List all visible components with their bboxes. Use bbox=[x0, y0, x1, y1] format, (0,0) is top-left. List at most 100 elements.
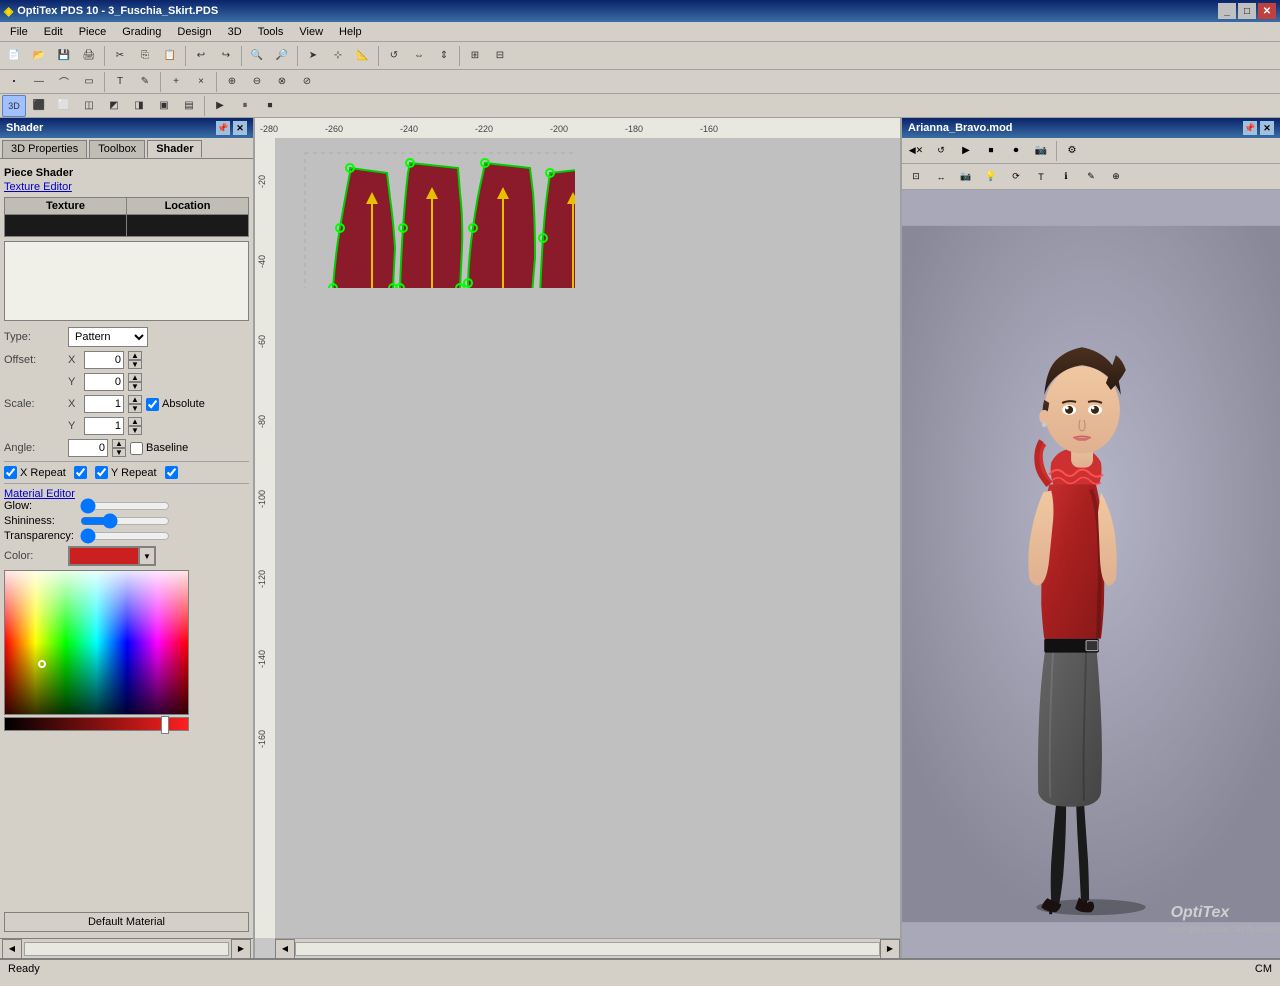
model-btn-view1[interactable]: ⊡ bbox=[904, 166, 928, 188]
tb-sim-2[interactable]: ⏸ bbox=[233, 95, 257, 117]
panel-scroll-track[interactable] bbox=[24, 942, 229, 956]
tb-group[interactable]: ⊗ bbox=[270, 71, 294, 93]
menu-piece[interactable]: Piece bbox=[73, 24, 113, 40]
menu-design[interactable]: Design bbox=[171, 24, 217, 40]
tb-grid[interactable]: ⊞ bbox=[463, 45, 487, 67]
close-button[interactable]: ✕ bbox=[1258, 3, 1276, 19]
tb-delete[interactable]: × bbox=[189, 71, 213, 93]
offset-x-up[interactable]: ▲ bbox=[128, 351, 142, 360]
model-btn-view7[interactable]: ℹ bbox=[1054, 166, 1078, 188]
scale-y-up[interactable]: ▲ bbox=[128, 417, 142, 426]
offset-y-input[interactable] bbox=[84, 373, 124, 391]
menu-help[interactable]: Help bbox=[333, 24, 368, 40]
color-brightness-bar[interactable] bbox=[4, 717, 189, 731]
tb-3d-1[interactable]: 3D bbox=[2, 95, 26, 117]
model-btn-stop[interactable]: ⏹ bbox=[979, 140, 1003, 162]
tb-snap[interactable]: ⊟ bbox=[488, 45, 512, 67]
y-repeat-checkbox[interactable] bbox=[95, 466, 108, 479]
piece-bodice-4[interactable] bbox=[536, 168, 575, 288]
menu-tools[interactable]: Tools bbox=[252, 24, 290, 40]
location-cell[interactable] bbox=[127, 215, 249, 237]
tb-zoom-out[interactable]: 🔎 bbox=[270, 45, 294, 67]
tb-join[interactable]: ⊕ bbox=[220, 71, 244, 93]
tb-open[interactable]: 📂 bbox=[27, 45, 51, 67]
tb-text[interactable]: T bbox=[108, 71, 132, 93]
tb-mirror[interactable]: ⇕ bbox=[432, 45, 456, 67]
menu-view[interactable]: View bbox=[293, 24, 329, 40]
scroll-right-button[interactable]: ▶ bbox=[880, 939, 900, 959]
tb-measure[interactable]: 📐 bbox=[351, 45, 375, 67]
texture-row[interactable] bbox=[5, 215, 249, 237]
model-btn-settings[interactable]: ⚙ bbox=[1060, 140, 1084, 162]
tb-sim-1[interactable]: ▶ bbox=[208, 95, 232, 117]
tb-3d-5[interactable]: ◩ bbox=[102, 95, 126, 117]
transparency-slider[interactable] bbox=[80, 530, 170, 542]
model-btn-view6[interactable]: T bbox=[1029, 166, 1053, 188]
x-repeat-checkbox-2[interactable] bbox=[74, 466, 87, 479]
tb-paste[interactable]: 📋 bbox=[158, 45, 182, 67]
piece-bodice-1[interactable] bbox=[329, 164, 397, 288]
shader-pin-button[interactable]: 📌 bbox=[216, 121, 230, 135]
tb-sim-3[interactable]: ⏹ bbox=[258, 95, 282, 117]
tb-rotate[interactable]: ↺ bbox=[382, 45, 406, 67]
tb-add-point[interactable]: + bbox=[164, 71, 188, 93]
tb-point[interactable]: ⬝ bbox=[2, 71, 26, 93]
y-repeat-checkbox-2[interactable] bbox=[165, 466, 178, 479]
tb-3d-8[interactable]: ▤ bbox=[177, 95, 201, 117]
glow-slider[interactable] bbox=[80, 500, 170, 512]
model-btn-reset[interactable]: ↺ bbox=[929, 140, 953, 162]
scale-y-spinner[interactable]: ▲ ▼ bbox=[128, 417, 142, 435]
absolute-checkbox[interactable] bbox=[146, 398, 159, 411]
menu-edit[interactable]: Edit bbox=[38, 24, 69, 40]
scale-x-spinner[interactable]: ▲ ▼ bbox=[128, 395, 142, 413]
model-btn-record[interactable]: ⏺ bbox=[1004, 140, 1028, 162]
scale-y-input[interactable] bbox=[84, 417, 124, 435]
tb-3d-3[interactable]: ⬜ bbox=[52, 95, 76, 117]
angle-down[interactable]: ▼ bbox=[112, 448, 126, 457]
tb-new[interactable]: 📄 bbox=[2, 45, 26, 67]
angle-spinner[interactable]: ▲ ▼ bbox=[112, 439, 126, 457]
shader-close-button[interactable]: ✕ bbox=[233, 121, 247, 135]
tb-select[interactable]: ⊹ bbox=[326, 45, 350, 67]
model-close-button[interactable]: ✕ bbox=[1260, 121, 1274, 135]
titlebar-controls[interactable]: _ □ ✕ bbox=[1218, 3, 1276, 19]
tab-shader[interactable]: Shader bbox=[147, 140, 202, 158]
menu-grading[interactable]: Grading bbox=[116, 24, 167, 40]
offset-x-input[interactable] bbox=[84, 351, 124, 369]
angle-input[interactable] bbox=[68, 439, 108, 457]
panel-scroll-right[interactable]: ▶ bbox=[231, 939, 251, 959]
tb-copy[interactable]: ⎘ bbox=[133, 45, 157, 67]
tb-annotation[interactable]: ✎ bbox=[133, 71, 157, 93]
maximize-button[interactable]: □ bbox=[1238, 3, 1256, 19]
model-btn-back[interactable]: ◀✕ bbox=[904, 140, 928, 162]
default-material-button[interactable]: Default Material bbox=[4, 912, 249, 932]
model-viewport[interactable]: OptiTex next generation 3D fit solutions bbox=[902, 190, 1280, 958]
tab-toolbox[interactable]: Toolbox bbox=[89, 140, 145, 158]
color-swatch[interactable] bbox=[69, 547, 139, 565]
tab-3d-properties[interactable]: 3D Properties bbox=[2, 140, 87, 158]
baseline-checkbox[interactable] bbox=[130, 442, 143, 455]
menu-file[interactable]: File bbox=[4, 24, 34, 40]
model-pin-button[interactable]: 📌 bbox=[1243, 121, 1257, 135]
model-btn-view8[interactable]: ✎ bbox=[1079, 166, 1103, 188]
offset-x-down[interactable]: ▼ bbox=[128, 360, 142, 369]
tb-print[interactable]: 🖨 bbox=[77, 45, 101, 67]
panel-scroll-left[interactable]: ◀ bbox=[2, 939, 22, 959]
model-btn-view4[interactable]: 💡 bbox=[979, 166, 1003, 188]
x-repeat-checkbox[interactable] bbox=[4, 466, 17, 479]
piece-bodice-2[interactable] bbox=[396, 159, 464, 288]
scale-y-down[interactable]: ▼ bbox=[128, 426, 142, 435]
model-btn-view2[interactable]: ↔ bbox=[929, 166, 953, 188]
model-btn-camera[interactable]: 📷 bbox=[1029, 140, 1053, 162]
model-btn-view3[interactable]: 📷 bbox=[954, 166, 978, 188]
texture-editor-link[interactable]: Texture Editor bbox=[4, 181, 249, 193]
color-dropdown-button[interactable]: ▼ bbox=[139, 547, 155, 565]
scroll-track-horizontal[interactable] bbox=[295, 942, 880, 956]
scale-x-up[interactable]: ▲ bbox=[128, 395, 142, 404]
menu-3d[interactable]: 3D bbox=[222, 24, 248, 40]
offset-x-spinner[interactable]: ▲ ▼ bbox=[128, 351, 142, 369]
tb-arrow[interactable]: ➤ bbox=[301, 45, 325, 67]
angle-up[interactable]: ▲ bbox=[112, 439, 126, 448]
offset-y-spinner[interactable]: ▲ ▼ bbox=[128, 373, 142, 391]
tb-cut[interactable]: ✂ bbox=[108, 45, 132, 67]
